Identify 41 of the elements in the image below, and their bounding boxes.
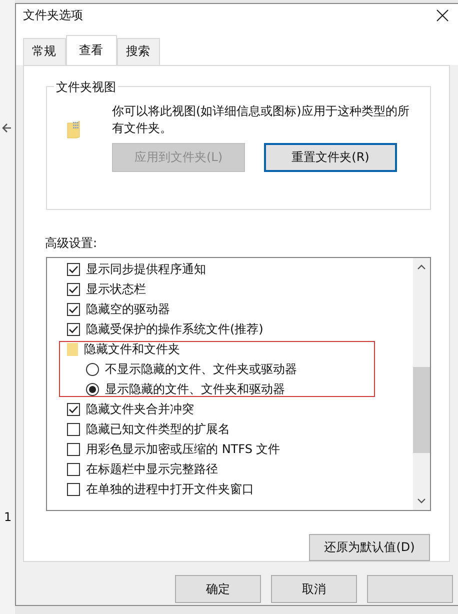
description-text: 你可以将此视图(如详细信息或图标)应用于这种类型的所有文件夹。 [112, 103, 410, 138]
radio-button[interactable] [86, 362, 99, 376]
checkbox[interactable] [67, 302, 80, 316]
scrollbar[interactable] [413, 258, 430, 510]
option-label[interactable]: 不显示隐藏的文件、文件夹或驱动器 [105, 360, 297, 378]
scroll-thumb[interactable] [413, 367, 430, 454]
option-label[interactable]: 隐藏文件夹合并冲突 [86, 400, 194, 418]
option-label[interactable]: 显示状态栏 [86, 280, 146, 298]
option-label[interactable]: 显示同步提供程序通知 [86, 260, 206, 278]
dialog-button[interactable]: 确定 [175, 575, 261, 604]
tab[interactable]: 搜索 [117, 38, 160, 66]
background-text: 1 [4, 510, 12, 524]
checkbox[interactable] [67, 462, 80, 476]
option-label[interactable]: 用彩色显示加密或压缩的 NTFS 文件 [86, 440, 280, 458]
radio-button[interactable] [86, 382, 99, 396]
dialog-button[interactable]: 取消 [271, 575, 357, 604]
checkbox[interactable] [67, 442, 80, 456]
close-icon[interactable] [436, 8, 449, 22]
checkbox[interactable] [67, 282, 80, 296]
option-label[interactable]: 隐藏空的驱动器 [86, 300, 170, 318]
section-label: 高级设置: [45, 235, 98, 252]
option-label[interactable]: 显示隐藏的文件、文件夹和驱动器 [105, 380, 285, 398]
option-label[interactable]: 隐藏已知文件类型的扩展名 [86, 420, 230, 438]
option-label[interactable]: 隐藏文件和文件夹 [84, 340, 180, 358]
tab[interactable]: 常规 [23, 38, 66, 66]
tab[interactable]: 查看 [66, 35, 117, 66]
reset-folders-button[interactable]: 重置文件夹(R) [264, 143, 397, 172]
scroll-up-icon[interactable] [417, 264, 426, 270]
checkbox[interactable] [67, 402, 80, 416]
option-label[interactable]: 在单独的进程中打开文件夹窗口 [86, 480, 254, 498]
scroll-down-icon[interactable] [417, 498, 426, 504]
window-title: 文件夹选项 [23, 6, 83, 24]
option-label[interactable]: 隐藏受保护的操作系统文件(推荐) [86, 320, 264, 338]
checkbox[interactable] [67, 482, 80, 496]
restore-defaults-button[interactable]: 还原为默认值(D) [309, 534, 430, 562]
folder-icon [67, 342, 78, 356]
checkbox[interactable] [67, 322, 80, 336]
back-arrow-icon [2, 123, 12, 133]
checkbox[interactable] [67, 262, 80, 276]
checkbox[interactable] [67, 422, 80, 436]
option-label[interactable]: 在标题栏中显示完整路径 [86, 460, 218, 478]
